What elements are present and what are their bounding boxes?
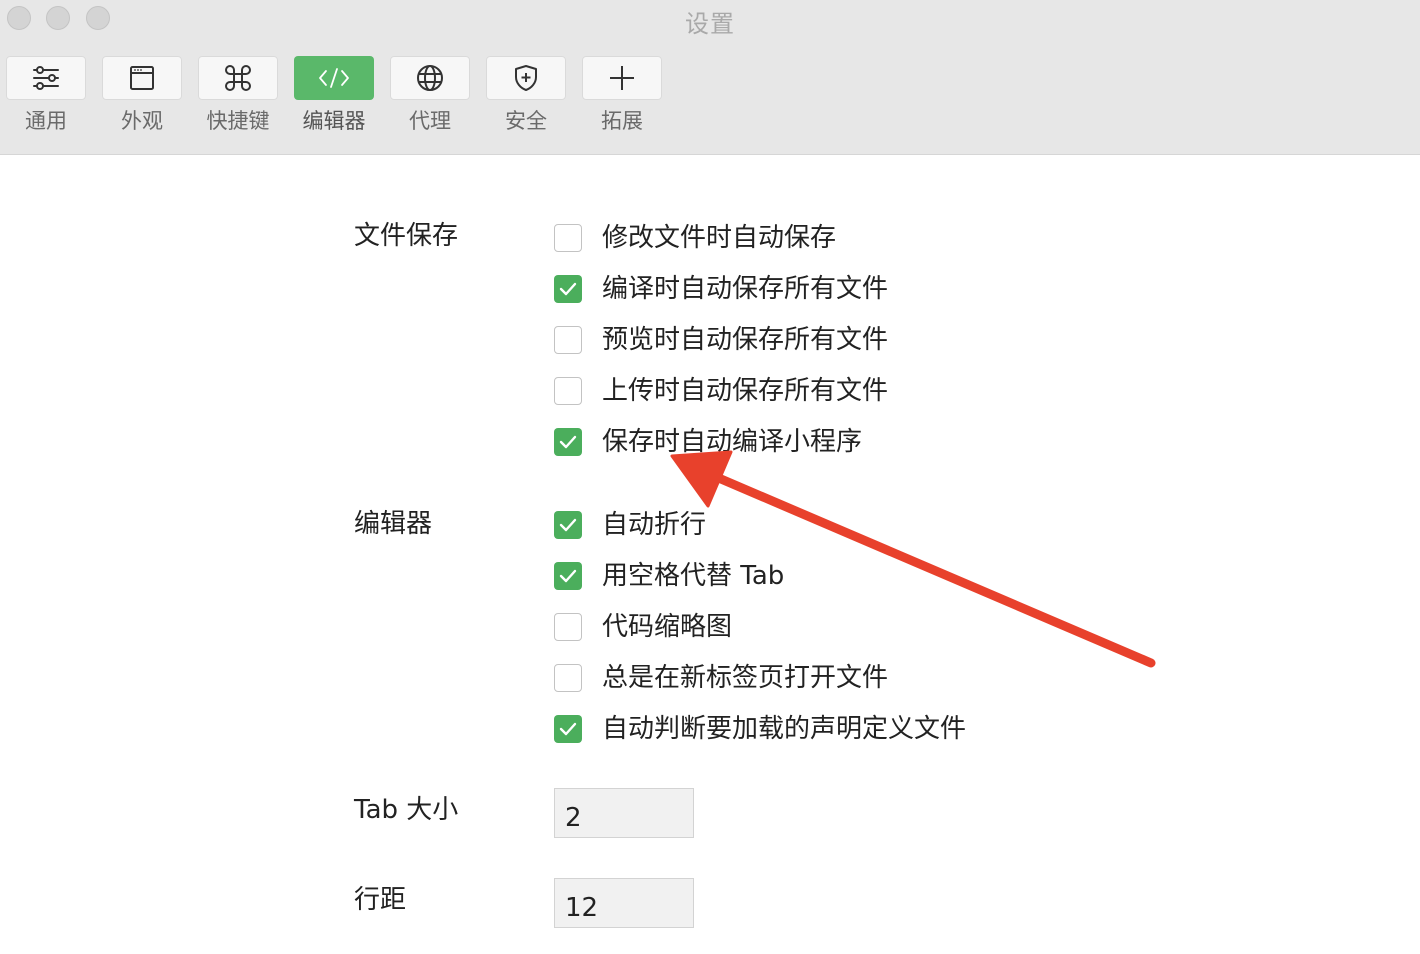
window-title: 设置 — [685, 10, 735, 38]
tab-appearance-label: 外观 — [121, 109, 163, 133]
tab-general-button[interactable] — [6, 56, 86, 100]
tab-proxy-button[interactable] — [390, 56, 470, 100]
option-auto-detect-declarations[interactable]: 自动判断要加载的声明定义文件 — [554, 713, 966, 745]
option-label: 预览时自动保存所有文件 — [602, 325, 889, 355]
command-icon — [225, 65, 251, 91]
checkbox[interactable] — [554, 664, 582, 692]
sliders-icon — [33, 66, 59, 90]
option-word-wrap[interactable]: 自动折行 — [554, 509, 706, 541]
tab-appearance[interactable]: 外观 — [102, 56, 182, 144]
editor-section-label: 编辑器 — [354, 509, 433, 539]
checkbox[interactable] — [554, 511, 582, 539]
tab-extensions[interactable]: 拓展 — [582, 56, 662, 144]
shield-icon — [515, 65, 537, 91]
tab-editor-label: 编辑器 — [302, 109, 366, 133]
option-auto-save-on-modify[interactable]: 修改文件时自动保存 — [554, 222, 836, 254]
tab-security[interactable]: 安全 — [486, 56, 566, 144]
tab-general-label: 通用 — [25, 109, 67, 133]
tab-security-label: 安全 — [505, 109, 547, 133]
tab-shortcuts[interactable]: 快捷键 — [198, 56, 278, 144]
checkbox[interactable] — [554, 715, 582, 743]
option-label: 保存时自动编译小程序 — [602, 427, 863, 457]
tab-shortcuts-button[interactable] — [198, 56, 278, 100]
checkbox[interactable] — [554, 224, 582, 252]
tab-editor[interactable]: 编辑器 — [294, 56, 374, 144]
tab-appearance-button[interactable] — [102, 56, 182, 100]
title-bar: 设置 — [0, 0, 1420, 40]
line-height-label: 行距 — [354, 885, 407, 915]
option-label: 用空格代替 Tab — [602, 561, 785, 591]
checkmark-icon — [559, 722, 577, 736]
option-label: 代码缩略图 — [602, 612, 733, 642]
tab-editor-button[interactable] — [294, 56, 374, 100]
tab-security-button[interactable] — [486, 56, 566, 100]
option-save-all-on-upload[interactable]: 上传时自动保存所有文件 — [554, 375, 888, 407]
tab-proxy-label: 代理 — [409, 109, 451, 133]
tab-extensions-button[interactable] — [582, 56, 662, 100]
settings-window: 设置 通用 外观 快捷键 编辑器 代理 安全 拓展 文件保存 修改文件时自动保存… — [0, 0, 1420, 954]
checkmark-icon — [559, 282, 577, 296]
tab-size-label: Tab 大小 — [354, 795, 459, 825]
checkbox[interactable] — [554, 326, 582, 354]
file-save-section-label: 文件保存 — [354, 221, 459, 251]
option-save-all-on-compile[interactable]: 编译时自动保存所有文件 — [554, 273, 888, 305]
checkbox[interactable] — [554, 275, 582, 303]
option-label: 自动折行 — [602, 510, 707, 540]
option-label: 自动判断要加载的声明定义文件 — [602, 714, 967, 744]
plus-icon — [610, 66, 634, 90]
checkmark-icon — [559, 518, 577, 532]
option-spaces-instead-of-tab[interactable]: 用空格代替 Tab — [554, 560, 784, 592]
option-label: 修改文件时自动保存 — [602, 223, 837, 253]
checkbox[interactable] — [554, 613, 582, 641]
option-label: 总是在新标签页打开文件 — [602, 663, 889, 693]
globe-icon — [417, 65, 443, 91]
option-compile-on-save[interactable]: 保存时自动编译小程序 — [554, 426, 862, 458]
checkbox[interactable] — [554, 377, 582, 405]
checkmark-icon — [559, 435, 577, 449]
code-icon — [319, 68, 349, 88]
option-open-in-new-tab[interactable]: 总是在新标签页打开文件 — [554, 662, 888, 694]
checkbox[interactable] — [554, 562, 582, 590]
tab-size-input[interactable] — [554, 788, 694, 838]
option-label: 编译时自动保存所有文件 — [602, 274, 889, 304]
option-save-all-on-preview[interactable]: 预览时自动保存所有文件 — [554, 324, 888, 356]
tab-extensions-label: 拓展 — [601, 109, 643, 133]
line-height-input[interactable] — [554, 878, 694, 928]
option-label: 上传时自动保存所有文件 — [602, 376, 889, 406]
tab-shortcuts-label: 快捷键 — [206, 109, 270, 133]
checkmark-icon — [559, 569, 577, 583]
tab-general[interactable]: 通用 — [6, 56, 86, 144]
tab-proxy[interactable]: 代理 — [390, 56, 470, 144]
option-code-minimap[interactable]: 代码缩略图 — [554, 611, 732, 643]
window-chrome: 设置 通用 外观 快捷键 编辑器 代理 安全 拓展 — [0, 0, 1420, 155]
window-icon — [130, 66, 154, 90]
checkbox[interactable] — [554, 428, 582, 456]
